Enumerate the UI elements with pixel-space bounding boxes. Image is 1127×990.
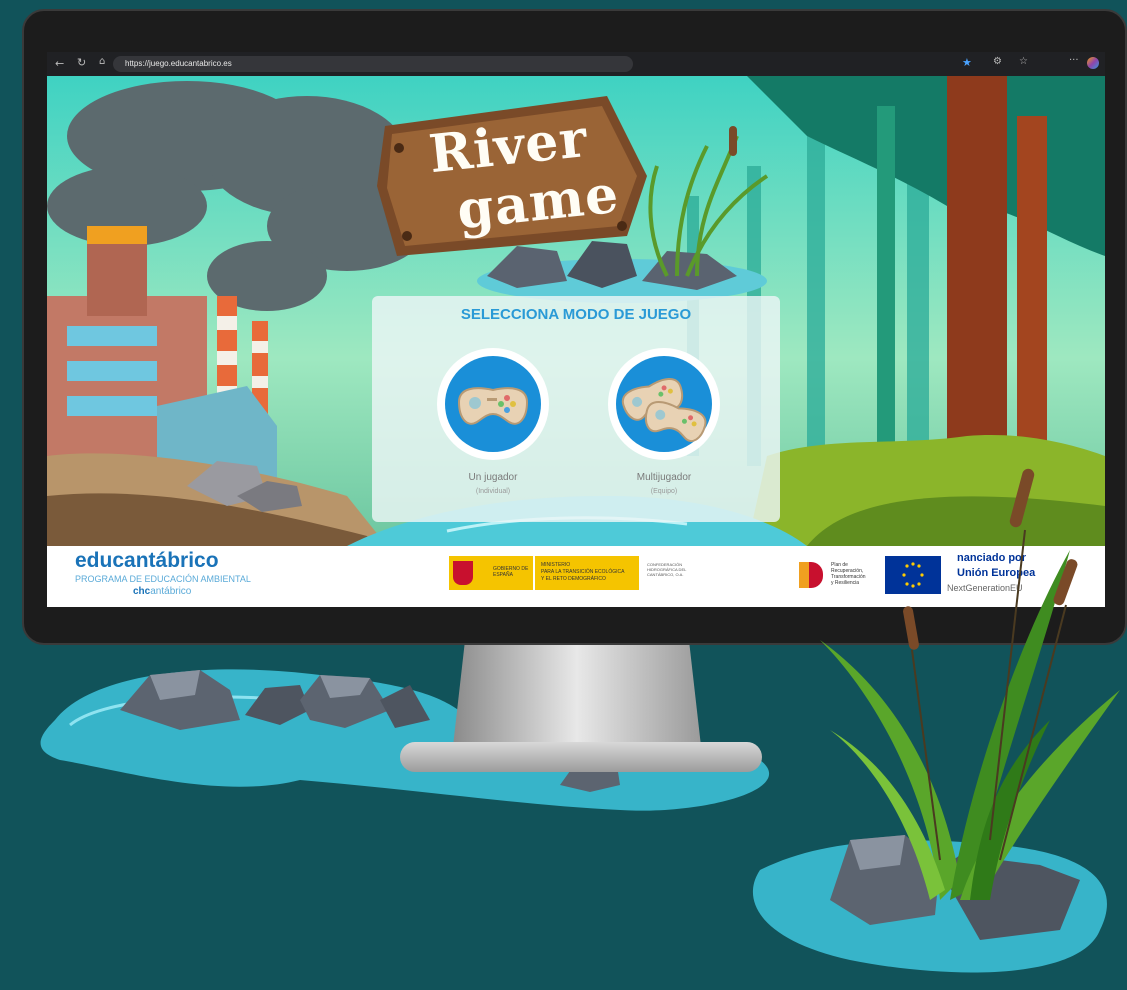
multiplayer-label: Multijugador bbox=[636, 472, 692, 483]
monitor-neck bbox=[452, 645, 702, 755]
gobierno-logo: GOBIERNO DE ESPAÑA bbox=[449, 556, 533, 590]
two-gamepads-icon bbox=[621, 378, 707, 442]
gobierno-text: GOBIERNO DE ESPAÑA bbox=[493, 566, 529, 578]
chc-bold: chc bbox=[133, 586, 151, 597]
game-logo: River game bbox=[417, 108, 657, 256]
mode-select-panel: SELECCIONA MODO DE JUEGO Un jugador (Ind… bbox=[372, 296, 780, 522]
extensions-icon[interactable]: ⚙ bbox=[993, 56, 1002, 67]
ministerio-line-2: PARA LA TRANSICIÓN ECOLÓGICA bbox=[541, 569, 625, 575]
educantabrico-brand: educantábrico bbox=[75, 549, 219, 572]
chc-rest: antábrico bbox=[150, 586, 192, 597]
profile-avatar[interactable] bbox=[1087, 57, 1099, 69]
ministerio-logo: MINISTERIO PARA LA TRANSICIÓN ECOLÓGICA … bbox=[535, 556, 639, 590]
favorites-icon[interactable]: ☆ bbox=[1019, 56, 1028, 67]
multiplayer-sublabel: (Equipo) bbox=[650, 488, 678, 495]
browser-toolbar: ← ↻ ⌂ https://juego.educantabrico.es ★ ⚙… bbox=[47, 52, 1105, 76]
ministerio-line-1: MINISTERIO bbox=[541, 562, 571, 568]
home-icon[interactable]: ⌂ bbox=[99, 56, 105, 67]
gamepad-icon bbox=[457, 387, 529, 425]
favorite-star-icon[interactable]: ★ bbox=[962, 56, 972, 69]
single-player-label: Un jugador bbox=[468, 472, 518, 483]
multiplayer-circle bbox=[616, 356, 712, 452]
back-arrow-icon[interactable]: ← bbox=[55, 57, 64, 70]
spain-shield-icon bbox=[453, 561, 473, 585]
multiplayer-button[interactable] bbox=[608, 348, 720, 460]
single-player-sublabel: (Individual) bbox=[475, 488, 511, 495]
ministerio-line-3: Y EL RETO DEMOGRÁFICO bbox=[541, 576, 606, 582]
foreground-reeds bbox=[820, 468, 1120, 900]
address-bar-url: https://juego.educantabrico.es bbox=[125, 59, 232, 68]
single-player-button[interactable] bbox=[437, 348, 549, 460]
educantabrico-subtitle: PROGRAMA DE EDUCACIÓN AMBIENTAL bbox=[75, 574, 251, 584]
single-player-circle bbox=[445, 356, 541, 452]
reload-icon[interactable]: ↻ bbox=[77, 56, 86, 69]
monitor-base bbox=[400, 742, 762, 772]
mode-select-title: SELECCIONA MODO DE JUEGO bbox=[460, 306, 692, 323]
chc-org-label: chcantábrico bbox=[133, 586, 191, 597]
menu-dots-icon[interactable]: ··· bbox=[1069, 55, 1079, 66]
confederacion-text: CONFEDERACIÓN HIDROGRÁFICA DEL CANTÁBRIC… bbox=[647, 562, 687, 577]
